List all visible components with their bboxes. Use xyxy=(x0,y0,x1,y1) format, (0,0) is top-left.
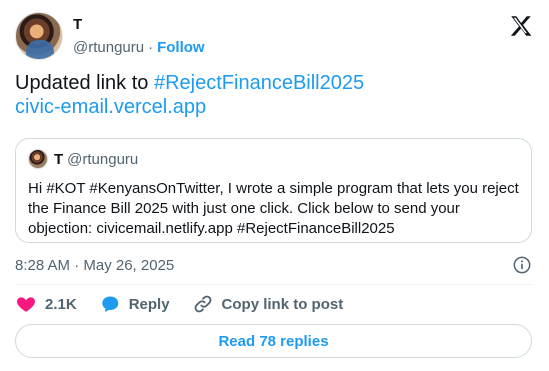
reply-bubble-icon xyxy=(101,296,118,312)
like-count: 2.1K xyxy=(45,295,77,313)
embedded-post-card: T @rtunguru · Follow Updated link to #Re… xyxy=(0,0,549,371)
post-text: Updated link to #RejectFinanceBill2025 c… xyxy=(15,71,535,119)
url-link[interactable]: civic-email.vercel.app xyxy=(15,96,206,118)
x-logo-icon[interactable] xyxy=(508,13,534,39)
author-handle-row: @rtunguru · Follow xyxy=(73,39,205,57)
post-text-line-1: Updated link to #RejectFinanceBill2025 xyxy=(15,71,535,95)
copy-link-button[interactable]: Copy link to post xyxy=(192,293,344,315)
quoted-post-header: T @rtunguru xyxy=(28,149,519,169)
quoted-post[interactable]: T @rtunguru Hi #KOT #KenyansOnTwitter, I… xyxy=(15,138,532,243)
author-avatar[interactable] xyxy=(15,12,63,60)
heart-icon xyxy=(17,297,35,312)
reply-label: Reply xyxy=(128,295,170,313)
hashtag-link[interactable]: #RejectFinanceBill2025 xyxy=(154,72,364,94)
post-timestamp[interactable]: 8:28 AM · May 26, 2025 xyxy=(15,257,174,274)
author-handle[interactable]: @rtunguru xyxy=(73,39,144,57)
like-button[interactable]: 2.1K xyxy=(15,293,77,315)
link-icon xyxy=(194,295,211,313)
follow-button[interactable]: Follow xyxy=(157,39,205,57)
post-text-line-2: civic-email.vercel.app xyxy=(15,95,535,119)
post-text-prefix: Updated link to xyxy=(15,72,154,94)
quoted-author-display-name: T xyxy=(54,150,64,168)
read-replies-button[interactable]: Read 78 replies xyxy=(15,324,532,358)
timestamp-row: 8:28 AM · May 26, 2025 xyxy=(15,255,532,275)
quoted-author-avatar xyxy=(28,149,48,169)
info-icon[interactable] xyxy=(512,255,532,275)
copy-link-label: Copy link to post xyxy=(221,295,344,313)
author-display-name[interactable]: T xyxy=(73,16,205,34)
author-identity: T @rtunguru · Follow xyxy=(73,12,205,60)
separator-dot: · xyxy=(148,38,154,56)
quoted-author-handle: @rtunguru xyxy=(67,150,139,168)
reply-button[interactable]: Reply xyxy=(99,293,170,315)
divider xyxy=(15,284,534,285)
post-actions: 2.1K Reply Copy link to post xyxy=(15,292,365,316)
quoted-post-text: Hi #KOT #KenyansOnTwitter, I wrote a sim… xyxy=(28,180,519,237)
post-header: T @rtunguru · Follow xyxy=(15,12,205,60)
